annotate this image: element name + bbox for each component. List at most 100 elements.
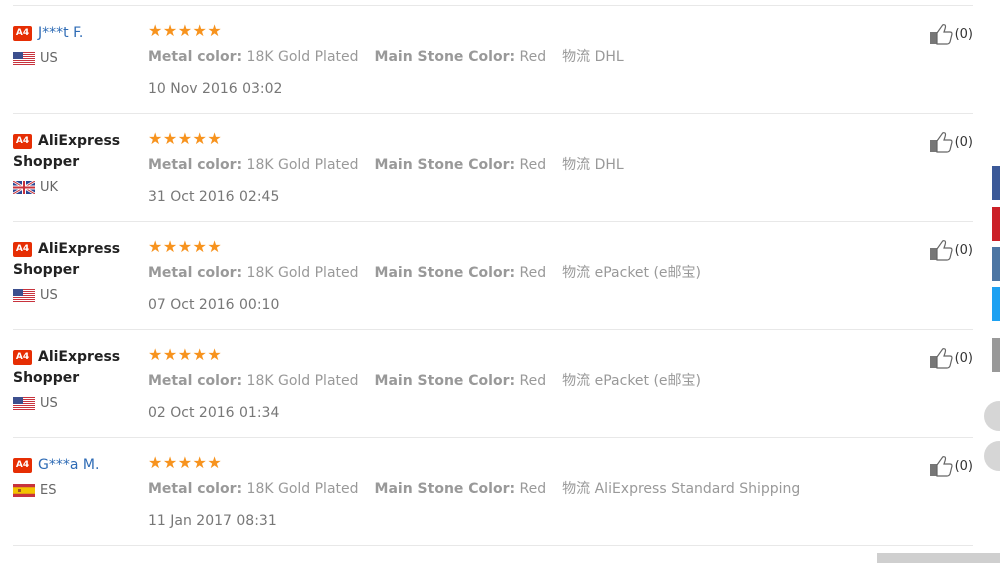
attr-key: 物流: [562, 49, 591, 65]
review-content: ★★★★★ Metal color: 18K Gold Plated Main St…: [148, 345, 717, 422]
level-badge: A4: [13, 133, 32, 149]
attr-key: 物流: [562, 265, 591, 281]
attr-key: 物流: [562, 157, 591, 173]
helpful-button[interactable]: (0): [929, 455, 973, 477]
shipping-attr: 物流 DHL: [562, 49, 624, 65]
scroll-up-button[interactable]: [984, 401, 1000, 431]
review-date: 02 Oct 2016 01:34: [148, 405, 280, 421]
attr-value: Red: [519, 373, 547, 389]
reviewer-name-line: A4 G***a M.: [13, 455, 138, 476]
attr-value: ePacket (e邮宝): [594, 373, 702, 389]
share-facebook-button[interactable]: [992, 166, 1000, 200]
reviewer-info: A4 G***a M. ES: [13, 455, 138, 498]
review-date: 31 Oct 2016 02:45: [148, 189, 280, 205]
reviewer-name-line: A4 AliExpress Shopper: [13, 131, 138, 173]
level-badge: A4: [13, 349, 32, 365]
level-badge: A4: [13, 25, 32, 41]
reviewer-country: US: [13, 51, 138, 66]
metal-color-attr: Metal color: 18K Gold Plated: [148, 265, 359, 281]
flag-uk-icon: [12, 179, 36, 196]
country-code: UK: [40, 180, 59, 195]
level-badge: A4: [13, 241, 32, 257]
star-rating: ★★★★★: [148, 345, 223, 364]
metal-color-attr: Metal color: 18K Gold Plated: [148, 373, 359, 389]
review-item: A4 G***a M. ES ★★★★★ Metal color: 18K Gold P…: [13, 437, 973, 546]
attr-value: Red: [519, 265, 547, 281]
country-code: US: [40, 51, 58, 66]
reviewer-country: US: [13, 396, 138, 411]
helpful-button[interactable]: (0): [929, 239, 973, 261]
reviewer-name-line: A4 AliExpress Shopper: [13, 239, 138, 281]
review-item: A4 AliExpress Shopper UK ★★★★★ Metal color: …: [12, 113, 973, 221]
reviewer-country: UK: [12, 179, 138, 196]
thumbs-up-icon[interactable]: [929, 131, 953, 153]
thumbs-up-icon[interactable]: [929, 239, 953, 261]
stone-color-attr: Main Stone Color: Red: [375, 265, 547, 281]
helpful-count: (0): [954, 26, 973, 42]
country-code: US: [40, 288, 58, 303]
star-rating: ★★★★★: [148, 453, 223, 472]
thumbs-up-icon[interactable]: [929, 23, 953, 45]
attr-key: Metal color:: [148, 481, 243, 497]
attr-value: DHL: [594, 157, 624, 173]
flag-us-icon: [13, 397, 35, 410]
attr-value: ePacket (e邮宝): [594, 265, 702, 281]
attr-key: Main Stone Color:: [374, 373, 516, 389]
helpful-count: (0): [954, 134, 973, 150]
review-content: ★★★★★ Metal color: 18K Gold Plated Main St…: [148, 130, 640, 206]
share-twitter-button[interactable]: [992, 287, 1000, 321]
order-attributes: Metal color: 18K Gold Plated Main Stone C…: [148, 262, 717, 282]
order-attributes: Metal color: 18K Gold Plated Main Stone C…: [148, 478, 816, 498]
reviewer-info: A4 AliExpress Shopper UK: [12, 131, 138, 196]
metal-color-attr: Metal color: 18K Gold Plated: [148, 157, 359, 173]
attr-value: 18K Gold Plated: [246, 373, 359, 389]
attr-key: Main Stone Color:: [374, 157, 516, 173]
reviewer-info: A4 AliExpress Shopper US: [13, 347, 138, 411]
star-rating: ★★★★★: [148, 237, 223, 256]
helpful-count: (0): [954, 350, 973, 366]
reviewer-info: A4 AliExpress Shopper US: [13, 239, 138, 303]
attr-key: 物流: [562, 373, 591, 389]
attr-value: 18K Gold Plated: [246, 157, 359, 173]
attr-value: Red: [519, 49, 547, 65]
attr-key: Main Stone Color:: [374, 481, 516, 497]
helpful-button[interactable]: (0): [929, 23, 973, 45]
stone-color-attr: Main Stone Color: Red: [375, 49, 547, 65]
scroll-down-button[interactable]: [984, 441, 1000, 471]
attr-value: DHL: [594, 49, 624, 65]
order-attributes: Metal color: 18K Gold Plated Main Stone C…: [148, 46, 640, 66]
order-attributes: Metal color: 18K Gold Plated Main Stone C…: [148, 154, 640, 174]
reviewer-name[interactable]: J***t F.: [38, 25, 83, 41]
share-vk-button[interactable]: [992, 247, 1000, 281]
reviewer-name[interactable]: G***a M.: [38, 457, 99, 473]
attr-key: Metal color:: [148, 157, 243, 173]
flag-us-icon: [13, 289, 35, 302]
flag-es-icon: [13, 484, 35, 497]
country-code: ES: [40, 483, 57, 498]
stone-color-attr: Main Stone Color: Red: [375, 373, 547, 389]
thumbs-up-icon[interactable]: [929, 455, 953, 477]
review-content: ★★★★★ Metal color: 18K Gold Plated Main St…: [148, 237, 717, 314]
attr-value: 18K Gold Plated: [246, 481, 359, 497]
attr-key: Metal color:: [148, 265, 243, 281]
reviewer-info: A4 J***t F. US: [13, 23, 138, 66]
attr-value: AliExpress Standard Shipping: [594, 481, 801, 497]
shipping-attr: 物流 AliExpress Standard Shipping: [562, 481, 800, 497]
metal-color-attr: Metal color: 18K Gold Plated: [148, 481, 359, 497]
share-email-button[interactable]: [992, 338, 1000, 372]
attr-value: Red: [519, 157, 547, 173]
flag-us-icon: [13, 52, 35, 65]
country-code: US: [40, 396, 58, 411]
attr-key: Main Stone Color:: [374, 49, 516, 65]
helpful-button[interactable]: (0): [929, 131, 973, 153]
thumbs-up-icon[interactable]: [929, 347, 953, 369]
attr-key: 物流: [562, 481, 591, 497]
helpful-button[interactable]: (0): [929, 347, 973, 369]
bottom-bar: [877, 553, 1000, 563]
stone-color-attr: Main Stone Color: Red: [375, 157, 547, 173]
shipping-attr: 物流 ePacket (e邮宝): [562, 265, 701, 281]
review-item: A4 J***t F. US ★★★★★ Metal color: 18K Gold P…: [13, 5, 973, 113]
review-list: A4 J***t F. US ★★★★★ Metal color: 18K Gold P…: [12, 5, 973, 546]
helpful-count: (0): [954, 242, 973, 258]
share-pinterest-button[interactable]: [992, 207, 1000, 241]
